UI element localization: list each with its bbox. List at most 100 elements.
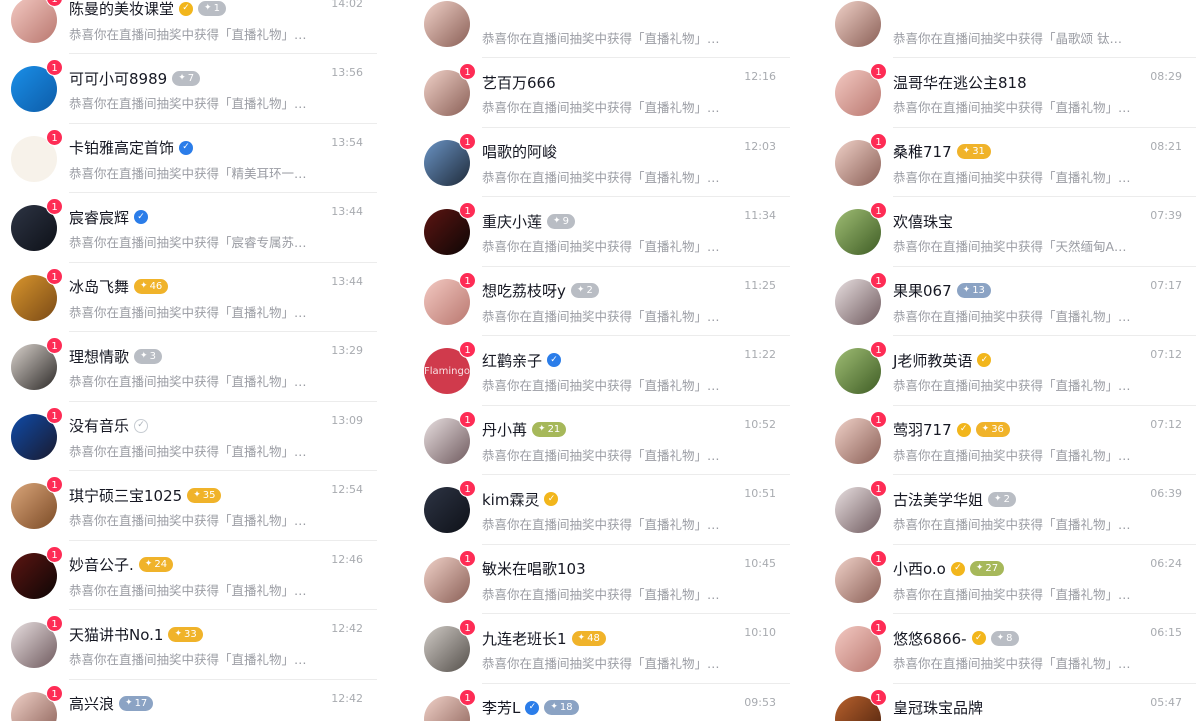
fan-level-tag: ✦ 2 — [570, 283, 599, 298]
unread-badge: 1 — [870, 63, 887, 80]
unread-badge: 1 — [870, 688, 887, 706]
conversation-row[interactable]: 1 想吃荔枝呀y ✦ 2 恭喜你在直播间抽奖中获得「直播礼物」… 11:25 — [424, 267, 790, 336]
name-line: 皇冠珠宝品牌 — [893, 697, 983, 719]
verified-check-icon: ✓ — [179, 1, 194, 16]
conversation-row[interactable]: 1 桑稚717 ✦ 31 恭喜你在直播间抽奖中获得「直播礼物」… 08:21 — [835, 128, 1196, 197]
fan-level-tag: ✦ 48 — [571, 630, 606, 646]
conversation-row[interactable]: 1 唱歌的阿峻 恭喜你在直播间抽奖中获得「直播礼物」… 12:03 — [424, 128, 790, 197]
conversation-row[interactable]: 1 妙音公子. ✦ 24 恭喜你在直播间抽奖中获得「直播礼物」… 12:46 — [11, 541, 377, 610]
message-time: 09:53 — [744, 695, 776, 709]
sparkle-icon: ✦ — [144, 559, 153, 569]
message-time: 07:12 — [1150, 417, 1182, 431]
fan-level-tag: ✦ 7 — [172, 70, 201, 86]
conversation-row[interactable]: 1 琪宁硕三宝1025 ✦ 35 恭喜你在直播间抽奖中获得「直播礼物」… 12:54 — [11, 471, 377, 541]
conversation-row[interactable]: 恭喜你在直播间抽奖中获得「直播礼物」… — [424, 0, 790, 58]
message-time: 06:15 — [1150, 626, 1182, 639]
message-preview: 恭喜你在直播间抽奖中获得「天然缅甸A… — [893, 239, 1127, 254]
conversation-row[interactable]: 1高兴浪✦17恭喜你在直播间抽奖中获得「直播礼物」…12:42 — [11, 680, 377, 721]
conversation-row[interactable]: 1 宸睿宸辉 ✓ 恭喜你在直播间抽奖中获得「宸睿专属苏… 13:44 — [11, 193, 377, 263]
conversation-row[interactable]: 1 敏米在唱歌103 恭喜你在直播间抽奖中获得「直播礼物」… 10:45 — [424, 545, 790, 614]
message-preview: 恭喜你在直播间抽奖中获得「直播礼物」… — [69, 652, 307, 667]
conversation-row[interactable]: 1 没有音乐 ✓ 恭喜你在直播间抽奖中获得「直播礼物」… 13:09 — [11, 402, 377, 471]
name-line: 唱歌的阿峻 — [482, 141, 557, 163]
fan-level-tag: ✦ 18 — [544, 700, 579, 715]
conversation-row[interactable]: 1 古法美学华姐 ✦ 2 恭喜你在直播间抽奖中获得「直播礼物」… 06:39 — [835, 475, 1196, 545]
conversation-row[interactable]: Flamingo 1 红鹳亲子 ✓ 恭喜你在直播间抽奖中获得「直播礼物」… 11:22 — [424, 336, 790, 406]
name-line: 温哥华在逃公主818 — [893, 71, 1027, 93]
fan-level-tag: ✦ 17 — [119, 696, 154, 711]
unread-badge: 1 — [46, 337, 63, 354]
message-preview: 恭喜你在直播间抽奖中获得「直播礼物」… — [69, 374, 307, 389]
contact-name: 妙音公子. — [69, 556, 134, 574]
conversation-row[interactable]: 1 冰岛飞舞 ✦ 46 恭喜你在直播间抽奖中获得「直播礼物」… 13:44 — [11, 263, 377, 332]
unread-badge: 1 — [459, 132, 476, 150]
sparkle-icon: ✦ — [577, 632, 586, 643]
message-preview: 恭喜你在直播间抽奖中获得「直播礼物」… — [69, 96, 307, 111]
message-preview: 恭喜你在直播间抽奖中获得「直播礼物」… — [893, 308, 1131, 324]
conversation-row[interactable]: 1 可可小可8989 ✦ 7 恭喜你在直播间抽奖中获得「直播礼物」… 13:56 — [11, 54, 377, 124]
name-line: 高兴浪 ✦ 17 — [69, 693, 154, 715]
sparkle-icon: ✦ — [538, 424, 546, 434]
conversation-row[interactable]: 1 卡铂雅高定首饰 ✓ 恭喜你在直播间抽奖中获得「精美耳环一… 13:54 — [11, 124, 377, 193]
conversation-row[interactable]: 1 重庆小莲 ✦ 9 恭喜你在直播间抽奖中获得「直播礼物」… 11:34 — [424, 197, 790, 267]
unread-badge: 1 — [46, 267, 63, 285]
message-preview: 恭喜你在直播间抽奖中获得「直播礼物」… — [482, 378, 720, 393]
conversation-row[interactable]: 1 悠悠6866- ✓ ✦ 8 恭喜你在直播间抽奖中获得「直播礼物」… 06:15 — [835, 614, 1196, 684]
contact-name: 天猫讲书No.1 — [69, 625, 164, 644]
conversation-row[interactable]: 1皇冠珠宝品牌恭喜你在直播间抽奖中获得「金金镶嵌…05:47 — [835, 684, 1196, 721]
conversation-row[interactable]: 1 J老师教英语 ✓ 恭喜你在直播间抽奖中获得「直播礼物」… 07:12 — [835, 336, 1196, 406]
contact-name: 古法美学华姐 — [893, 490, 984, 509]
contact-name: 悠悠6866- — [893, 629, 967, 648]
fan-level-value: 31 — [972, 146, 985, 157]
avatar[interactable] — [835, 0, 881, 47]
verified-check-icon: ✓ — [971, 631, 986, 645]
conversation-row[interactable]: 1 小西o.o ✓ ✦ 27 恭喜你在直播间抽奖中获得「直播礼物」… 06:24 — [835, 545, 1196, 614]
contact-name: 琪宁硕三宝1025 — [69, 486, 183, 505]
conversation-row[interactable]: 1 丹小苒 ✦ 21 恭喜你在直播间抽奖中获得「直播礼物」… 10:52 — [424, 406, 790, 475]
avatar[interactable] — [424, 0, 470, 47]
message-time: 13:44 — [331, 274, 363, 288]
name-line: 小西o.o ✓ ✦ 27 — [893, 558, 1005, 580]
sparkle-icon: ✦ — [550, 702, 558, 712]
conversation-row[interactable]: 恭喜你在直播间抽奖中获得「晶歌颂 钛… — [835, 0, 1196, 58]
name-line: 九连老班长1 ✦ 48 — [482, 627, 606, 649]
contact-name: 欢僖珠宝 — [893, 212, 954, 231]
message-preview: 恭喜你在直播间抽奖中获得「宸睿专属苏… — [69, 235, 307, 250]
contact-name: 桑稚717 — [893, 143, 952, 161]
contact-name: 重庆小莲 — [482, 212, 543, 231]
unread-badge: 1 — [870, 271, 887, 289]
conversation-row[interactable]: 1李芳L✓✦18恭喜你在直播间抽奖中获得「直播礼物」…09:53 — [424, 684, 790, 721]
fan-level-value: 9 — [562, 215, 569, 227]
conversation-row[interactable]: 1 陈曼的美妆课堂 ✓ ✦1 恭喜你在直播间抽奖中获得「直播礼物」… 14:02 — [11, 0, 377, 54]
unread-badge: 1 — [46, 128, 63, 146]
conversation-row[interactable]: 1 艺百万666 恭喜你在直播间抽奖中获得「直播礼物」… 12:16 — [424, 58, 790, 128]
unread-badge: 1 — [870, 549, 887, 567]
unread-badge: 1 — [870, 202, 887, 219]
message-preview: 恭喜你在直播间抽奖中获得「直播礼物」… — [893, 378, 1131, 393]
unread-badge: 1 — [459, 410, 476, 428]
message-time: 13:54 — [331, 135, 363, 149]
message-preview: 恭喜你在直播间抽奖中获得「直播礼物」… — [893, 100, 1131, 115]
unread-badge: 1 — [870, 480, 887, 497]
sparkle-icon: ✦ — [981, 424, 990, 434]
conversation-row[interactable]: 1 天猫讲书No.1 ✦ 33 恭喜你在直播间抽奖中获得「直播礼物」… 12:42 — [11, 610, 377, 680]
conversation-row[interactable]: 1 九连老班长1 ✦ 48 恭喜你在直播间抽奖中获得「直播礼物」… 10:10 — [424, 614, 790, 684]
conversation-row[interactable]: 1 莺羽717 ✓ ✦ 36 恭喜你在直播间抽奖中获得「直播礼物」… 07:12 — [835, 406, 1196, 475]
message-time: 08:29 — [1150, 70, 1182, 83]
conversation-row[interactable]: 1 果果067 ✦ 13 恭喜你在直播间抽奖中获得「直播礼物」… 07:17 — [835, 267, 1196, 336]
unread-badge: 1 — [870, 132, 887, 150]
avatar[interactable] — [11, 0, 57, 43]
message-preview: 恭喜你在直播间抽奖中获得「直播礼物」… — [893, 169, 1131, 185]
name-line: 丹小苒 ✦ 21 — [482, 419, 567, 441]
message-time: 10:45 — [744, 556, 776, 570]
conversation-row[interactable]: 1 kim霖灵 ✓ 恭喜你在直播间抽奖中获得「直播礼物」… 10:51 — [424, 475, 790, 545]
conversation-row[interactable]: 1 理想情歌 ✦ 3 恭喜你在直播间抽奖中获得「直播礼物」… 13:29 — [11, 332, 377, 402]
message-preview: 恭喜你在直播间抽奖中获得「直播礼物」… — [69, 513, 307, 528]
sparkle-icon: ✦ — [576, 285, 585, 295]
fan-level-value: 2 — [1003, 493, 1010, 505]
sparkle-icon: ✦ — [140, 281, 148, 291]
fan-level-tag: ✦ 24 — [138, 557, 174, 572]
conversation-row[interactable]: 1 欢僖珠宝 恭喜你在直播间抽奖中获得「天然缅甸A… 07:39 — [835, 197, 1196, 267]
conversation-row[interactable]: 1 温哥华在逃公主818 恭喜你在直播间抽奖中获得「直播礼物」… 08:29 — [835, 58, 1196, 128]
message-preview: 恭喜你在直播间抽奖中获得「直播礼物」… — [69, 304, 307, 320]
